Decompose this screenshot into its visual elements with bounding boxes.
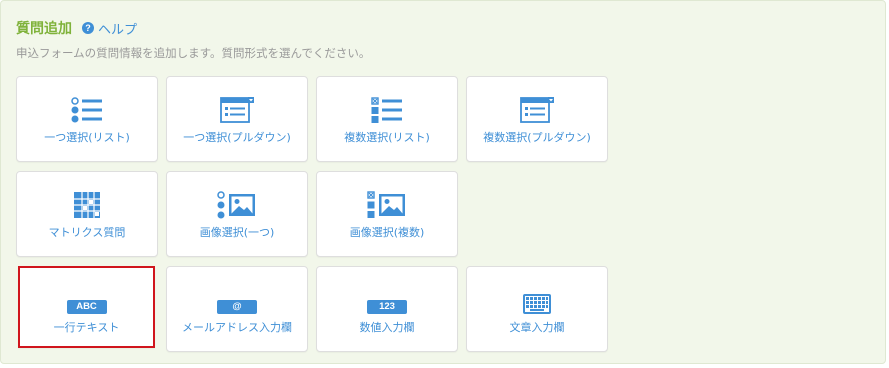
tile-label: 画像選択(一つ) bbox=[199, 226, 275, 239]
tile-label: 一つ選択(リスト) bbox=[44, 131, 130, 144]
tile-label: 一行テキスト bbox=[53, 321, 120, 334]
dropdown-multi-icon bbox=[520, 95, 554, 125]
number-badge: 123 bbox=[367, 300, 407, 314]
single-line-text-icon: ABC bbox=[66, 292, 107, 322]
tile-single-line-text[interactable]: ABC 一行テキスト bbox=[18, 266, 155, 348]
image-single-select-icon bbox=[217, 190, 257, 220]
dropdown-single-icon bbox=[220, 95, 254, 125]
image-multi-select-icon bbox=[367, 190, 407, 220]
tile-multi-choice-dropdown[interactable]: 複数選択(プルダウン) bbox=[466, 76, 608, 162]
help-link[interactable]: ? ヘルプ bbox=[82, 19, 137, 38]
tile-matrix-question[interactable]: マトリクス質問 bbox=[16, 171, 158, 257]
abc-badge: ABC bbox=[66, 300, 107, 314]
help-label: ヘルプ bbox=[98, 22, 138, 38]
matrix-grid-icon bbox=[74, 190, 100, 220]
tile-label: マトリクス質問 bbox=[48, 226, 126, 239]
tile-email-input[interactable]: @ メールアドレス入力欄 bbox=[166, 266, 308, 352]
help-icon: ? bbox=[82, 22, 94, 34]
tile-number-input[interactable]: 123 数値入力欄 bbox=[316, 266, 458, 352]
email-at-icon: @ bbox=[217, 292, 257, 322]
tile-label: 複数選択(リスト) bbox=[344, 131, 430, 144]
panel-description: 申込フォームの質問情報を追加します。質問形式を選んでください。 bbox=[16, 46, 371, 60]
checkbox-list-icon bbox=[371, 95, 403, 125]
panel-title: 質問追加 bbox=[16, 21, 72, 37]
at-badge: @ bbox=[217, 300, 257, 314]
tile-label: メールアドレス入力欄 bbox=[182, 321, 292, 334]
add-question-panel: 質問追加 ? ヘルプ 申込フォームの質問情報を追加します。質問形式を選んでくださ… bbox=[0, 0, 886, 364]
tile-label: 複数選択(プルダウン) bbox=[483, 131, 591, 144]
tile-image-single-select[interactable]: 画像選択(一つ) bbox=[166, 171, 308, 257]
tile-paragraph-input[interactable]: 文章入力欄 bbox=[466, 266, 608, 352]
tile-image-multi-select[interactable]: 画像選択(複数) bbox=[316, 171, 458, 257]
tile-label: 画像選択(複数) bbox=[349, 226, 425, 239]
tile-label: 一つ選択(プルダウン) bbox=[183, 131, 291, 144]
number-input-icon: 123 bbox=[367, 292, 407, 322]
tile-multi-choice-list[interactable]: 複数選択(リスト) bbox=[316, 76, 458, 162]
radio-list-icon bbox=[71, 95, 103, 125]
tile-single-choice-dropdown[interactable]: 一つ選択(プルダウン) bbox=[166, 76, 308, 162]
keyboard-icon bbox=[523, 289, 551, 319]
panel-header: 質問追加 ? ヘルプ bbox=[16, 17, 137, 39]
tile-single-choice-list[interactable]: 一つ選択(リスト) bbox=[16, 76, 158, 162]
tile-label: 文章入力欄 bbox=[509, 321, 565, 334]
tile-label: 数値入力欄 bbox=[359, 321, 415, 334]
